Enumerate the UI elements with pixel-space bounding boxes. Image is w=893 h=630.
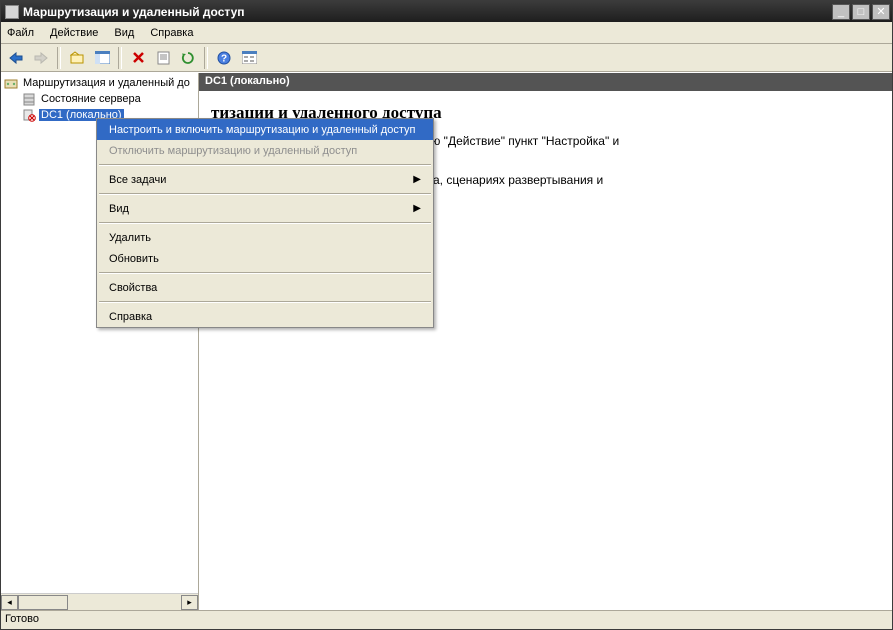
back-button[interactable] <box>5 47 27 69</box>
menu-bar: Файл Действие Вид Справка <box>1 22 892 44</box>
menu-view[interactable]: Вид <box>114 27 134 39</box>
tree-horizontal-scrollbar[interactable]: ◂ ▸ <box>1 593 198 610</box>
cm-separator <box>99 222 431 224</box>
cm-help[interactable]: Справка <box>97 306 433 327</box>
scroll-left-arrow[interactable]: ◂ <box>1 595 18 610</box>
server-stopped-icon <box>21 108 37 122</box>
help-button[interactable]: ? <box>213 47 235 69</box>
maximize-button[interactable]: □ <box>852 4 870 20</box>
cm-separator <box>99 301 431 303</box>
cm-configure-enable[interactable]: Настроить и включить маршрутизацию и уда… <box>97 119 433 140</box>
cm-refresh[interactable]: Обновить <box>97 248 433 269</box>
title-bar: Маршрутизация и удаленный доступ _ □ ✕ <box>1 1 892 22</box>
window-title: Маршрутизация и удаленный доступ <box>23 5 832 19</box>
cm-separator <box>99 164 431 166</box>
cm-separator <box>99 193 431 195</box>
menu-file[interactable]: Файл <box>7 27 34 39</box>
cm-properties[interactable]: Свойства <box>97 277 433 298</box>
server-state-icon <box>21 92 37 106</box>
content-header: DC1 (локально) <box>199 73 892 91</box>
routing-icon <box>3 76 19 90</box>
svg-text:?: ? <box>221 53 227 64</box>
refresh-button[interactable] <box>177 47 199 69</box>
status-bar: Готово <box>1 610 892 629</box>
toolbar: ? <box>1 44 892 72</box>
app-icon <box>5 5 19 19</box>
cm-disable-routing: Отключить маршрутизацию и удаленный дост… <box>97 140 433 161</box>
up-button[interactable] <box>66 47 88 69</box>
scroll-thumb[interactable] <box>18 595 68 610</box>
cm-separator <box>99 272 431 274</box>
cm-all-tasks[interactable]: Все задачи▶ <box>97 169 433 190</box>
toolbar-extra-button[interactable] <box>238 47 260 69</box>
forward-button[interactable] <box>30 47 52 69</box>
properties-button[interactable] <box>152 47 174 69</box>
submenu-arrow-icon: ▶ <box>413 174 421 185</box>
close-button[interactable]: ✕ <box>872 4 890 20</box>
show-hide-tree-button[interactable] <box>91 47 113 69</box>
minimize-button[interactable]: _ <box>832 4 850 20</box>
cm-view[interactable]: Вид▶ <box>97 198 433 219</box>
menu-action[interactable]: Действие <box>50 27 98 39</box>
menu-help[interactable]: Справка <box>150 27 193 39</box>
tree-server-state[interactable]: Состояние сервера <box>3 91 198 107</box>
status-text: Готово <box>5 613 39 625</box>
delete-button[interactable] <box>127 47 149 69</box>
submenu-arrow-icon: ▶ <box>413 203 421 214</box>
scroll-right-arrow[interactable]: ▸ <box>181 595 198 610</box>
tree-root-label: Маршрутизация и удаленный до <box>21 77 192 89</box>
cm-delete[interactable]: Удалить <box>97 227 433 248</box>
tree-server-state-label: Состояние сервера <box>39 93 143 105</box>
tree-root[interactable]: Маршрутизация и удаленный до <box>3 75 198 91</box>
context-menu: Настроить и включить маршрутизацию и уда… <box>96 118 434 328</box>
